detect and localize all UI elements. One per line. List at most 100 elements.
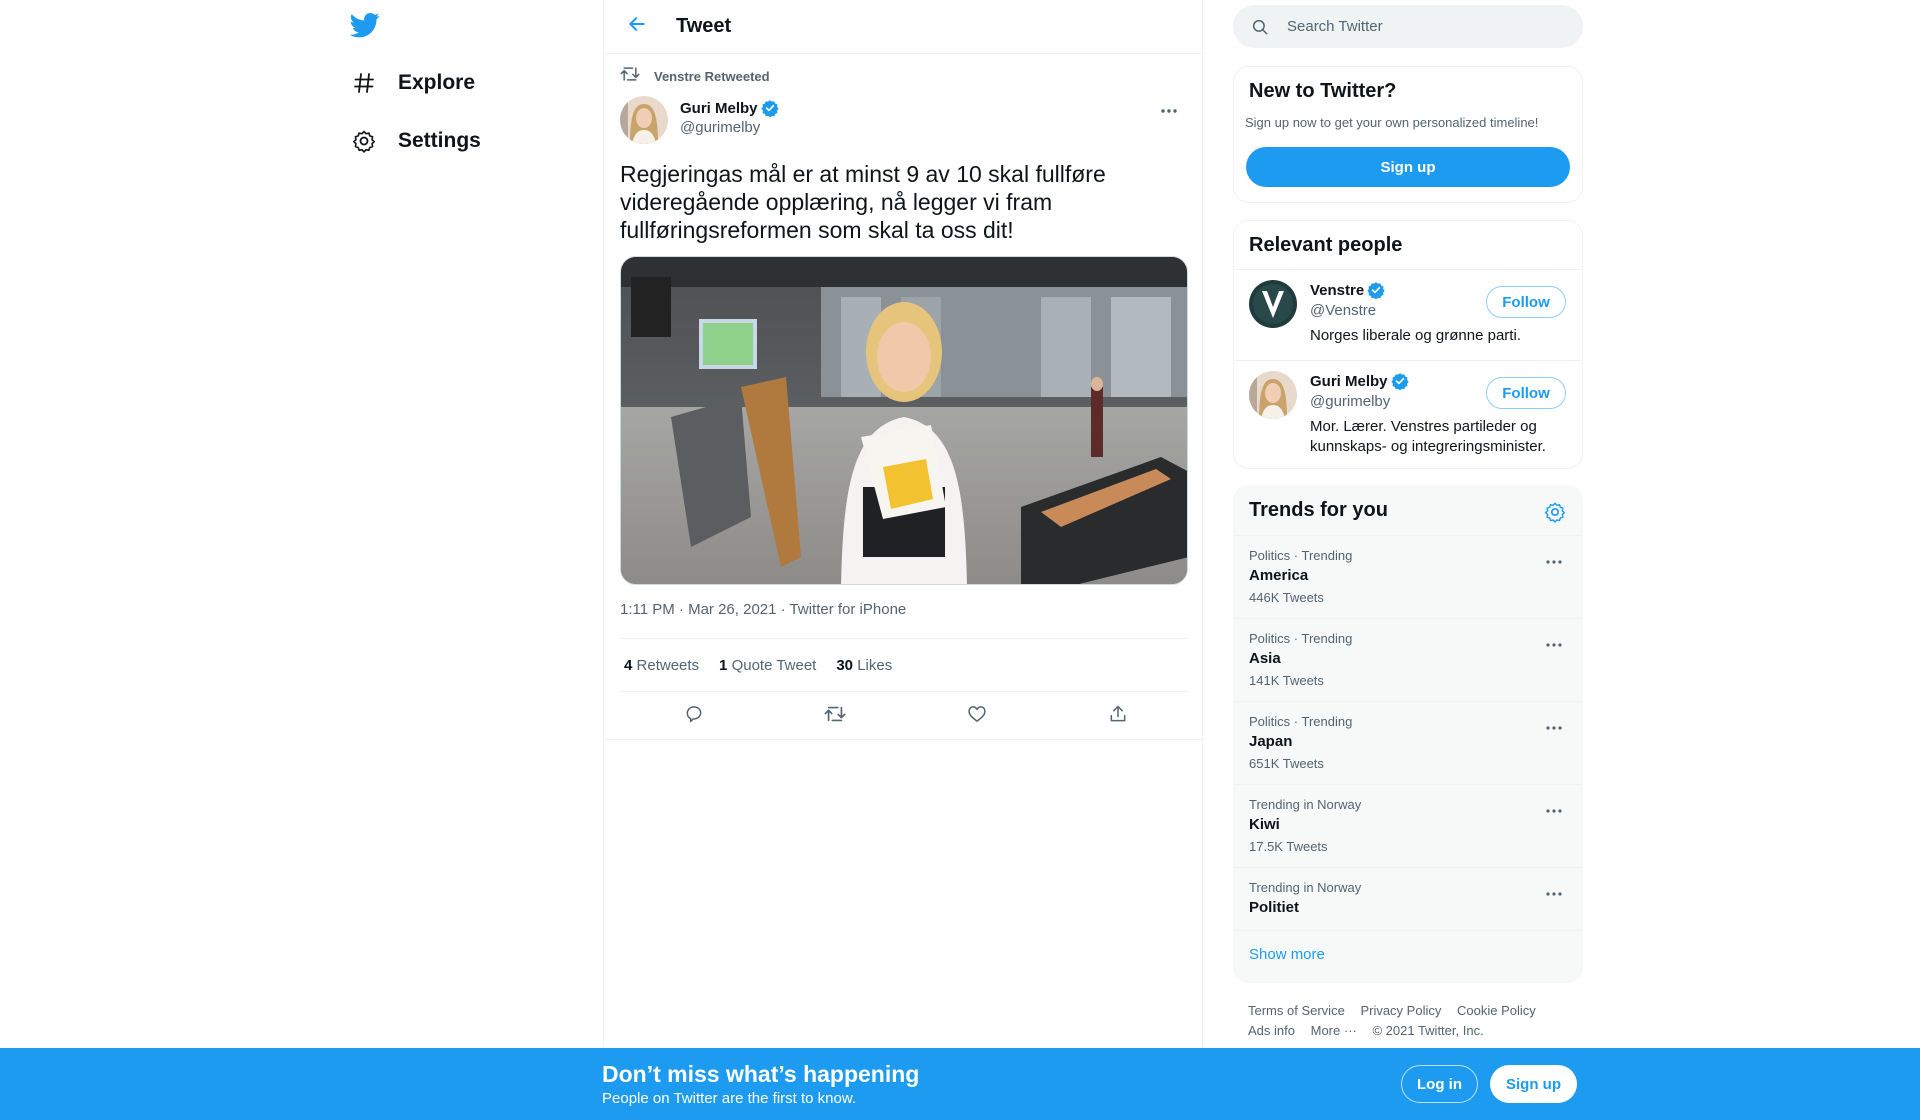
person-name: Guri Melby <box>1310 372 1409 391</box>
tweet-source[interactable]: Twitter for iPhone <box>790 601 907 618</box>
back-button[interactable] <box>620 10 654 44</box>
trend-item[interactable]: Politics · Trending Asia 141K Tweets <box>1234 618 1582 701</box>
new-to-twitter-subtitle: Sign up now to get your own personalized… <box>1245 115 1539 130</box>
retweets-stat[interactable]: 4 Retweets <box>624 657 699 674</box>
footer-link-privacy[interactable]: Privacy Policy <box>1360 1003 1441 1018</box>
trend-count: 17.5K Tweets <box>1249 839 1328 854</box>
trend-count: 651K Tweets <box>1249 756 1324 771</box>
person-venstre[interactable]: Venstre @Venstre Norges liberale og grøn… <box>1234 270 1582 360</box>
person-gurimelby[interactable]: Guri Melby @gurimelby Mor. Lærer. Venstr… <box>1234 360 1582 470</box>
share-button[interactable] <box>1106 704 1130 728</box>
person-bio: Norges liberale og grønne parti. <box>1310 327 1521 344</box>
author-name-text: Guri Melby <box>680 99 758 117</box>
trend-more-button[interactable] <box>1542 882 1566 902</box>
more-dots-icon <box>1546 717 1562 735</box>
tweet-time[interactable]: 1:11 PM · Mar 26, 2021 · <box>620 601 790 618</box>
tweet-actions <box>604 692 1204 740</box>
quote-tweets-count: 1 <box>719 656 728 674</box>
quote-tweets-stat[interactable]: 1 Quote Tweet <box>719 657 816 674</box>
trend-more-button[interactable] <box>1542 633 1566 653</box>
like-icon <box>967 704 987 729</box>
search-icon <box>1251 18 1269 36</box>
author-name[interactable]: Guri Melby <box>680 99 779 118</box>
likes-label: Likes <box>857 656 893 674</box>
trend-name: Japan <box>1249 733 1293 750</box>
person-handle: @gurimelby <box>1310 393 1391 410</box>
trend-context: Politics · Trending <box>1249 548 1353 563</box>
footer-link-terms[interactable]: Terms of Service <box>1248 1003 1345 1018</box>
twitter-bird-icon[interactable] <box>349 10 384 44</box>
gear-icon <box>350 127 378 155</box>
person-bio: Mor. Lærer. Venstres partileder og kunns… <box>1310 418 1546 455</box>
trend-context: Trending in Norway <box>1249 797 1362 812</box>
person-handle: @Venstre <box>1310 302 1377 319</box>
trend-context: Politics · Trending <box>1249 631 1353 646</box>
signup-button[interactable]: Sign up <box>1490 1065 1577 1103</box>
retweet-context[interactable]: Venstre Retweeted <box>620 64 770 89</box>
more-dots-icon <box>1546 800 1562 818</box>
trend-more-button[interactable] <box>1542 799 1566 819</box>
more-dots-icon <box>1546 634 1562 652</box>
follow-button[interactable]: Follow <box>1486 377 1566 409</box>
relevant-people-title: Relevant people <box>1249 234 1403 256</box>
footer-link-more[interactable]: More ··· <box>1311 1023 1357 1038</box>
tweet-more-button[interactable] <box>1154 98 1184 122</box>
footer-link-ads[interactable]: Ads info <box>1248 1023 1295 1038</box>
search-input[interactable] <box>1287 18 1547 35</box>
trend-more-button[interactable] <box>1542 716 1566 736</box>
author-handle[interactable]: @gurimelby <box>680 119 779 136</box>
tweet-column: Tweet Venstre Retweeted Guri Melby @guri… <box>603 0 1204 1120</box>
nav-explore[interactable]: Explore <box>350 58 475 108</box>
retweet-button[interactable] <box>823 704 847 728</box>
trends-settings-button[interactable] <box>1544 501 1566 523</box>
prompt-title: Don’t miss what’s happening <box>602 1061 920 1087</box>
more-dots-icon <box>1160 101 1178 119</box>
tweet-stats: 4 Retweets 1 Quote Tweet 30 Likes <box>620 638 1188 692</box>
person-name-text: Guri Melby <box>1310 372 1388 390</box>
verified-badge-icon <box>1390 372 1409 391</box>
gear-icon <box>1544 502 1566 527</box>
page-title: Tweet <box>676 15 732 37</box>
trend-more-button[interactable] <box>1542 550 1566 570</box>
hashtag-icon <box>350 69 378 97</box>
relevant-people-card: Relevant people Venstre @Venstre Norges … <box>1233 220 1583 469</box>
trend-item[interactable]: Politics · Trending Japan 651K Tweets <box>1234 701 1582 784</box>
more-dots-icon <box>1546 883 1562 901</box>
like-button[interactable] <box>965 704 989 728</box>
trend-name: Politiet <box>1249 899 1300 916</box>
follow-button[interactable]: Follow <box>1486 286 1566 318</box>
trend-name: America <box>1249 567 1309 584</box>
trends-card: Trends for you Politics · Trending Ameri… <box>1233 485 1583 983</box>
likes-count: 30 <box>836 656 854 674</box>
new-to-twitter-card: New to Twitter? Sign up now to get your … <box>1233 66 1583 203</box>
trends-title: Trends for you <box>1249 499 1388 521</box>
likes-stat[interactable]: 30 Likes <box>836 657 892 674</box>
reply-button[interactable] <box>682 704 706 728</box>
trend-item[interactable]: Trending in Norway Kiwi 17.5K Tweets <box>1234 784 1582 867</box>
login-button[interactable]: Log in <box>1401 1065 1478 1103</box>
tweet-author: Guri Melby @gurimelby <box>620 96 1188 144</box>
more-dots-icon <box>1546 551 1562 569</box>
arrow-left-icon <box>627 14 647 39</box>
sidebar-signup-button[interactable]: Sign up <box>1246 147 1570 187</box>
search-bar[interactable] <box>1233 5 1583 48</box>
person-name: Venstre <box>1310 281 1385 300</box>
new-to-twitter-title: New to Twitter? <box>1249 80 1397 102</box>
footer-copyright: © 2021 Twitter, Inc. <box>1372 1023 1484 1038</box>
trend-item[interactable]: Trending in Norway Politiet <box>1234 867 1582 931</box>
tweet-header: Tweet <box>604 0 1202 54</box>
nav-explore-label: Explore <box>398 71 476 94</box>
footer-links: Terms of Service Privacy Policy Cookie P… <box>1248 1001 1578 1041</box>
tweet-photo[interactable] <box>620 256 1188 585</box>
avatar[interactable] <box>620 96 668 144</box>
footer-link-cookies[interactable]: Cookie Policy <box>1457 1003 1536 1018</box>
avatar <box>1249 280 1297 328</box>
trend-name: Kiwi <box>1249 816 1280 833</box>
trend-context: Trending in Norway <box>1249 880 1362 895</box>
trend-context: Politics · Trending <box>1249 714 1353 729</box>
show-more-link[interactable]: Show more <box>1249 946 1325 963</box>
nav-settings[interactable]: Settings <box>350 116 481 166</box>
prompt-subtitle: People on Twitter are the first to know. <box>602 1090 857 1107</box>
trend-item[interactable]: Politics · Trending America 446K Tweets <box>1234 535 1582 618</box>
verified-badge-icon <box>1367 281 1385 300</box>
